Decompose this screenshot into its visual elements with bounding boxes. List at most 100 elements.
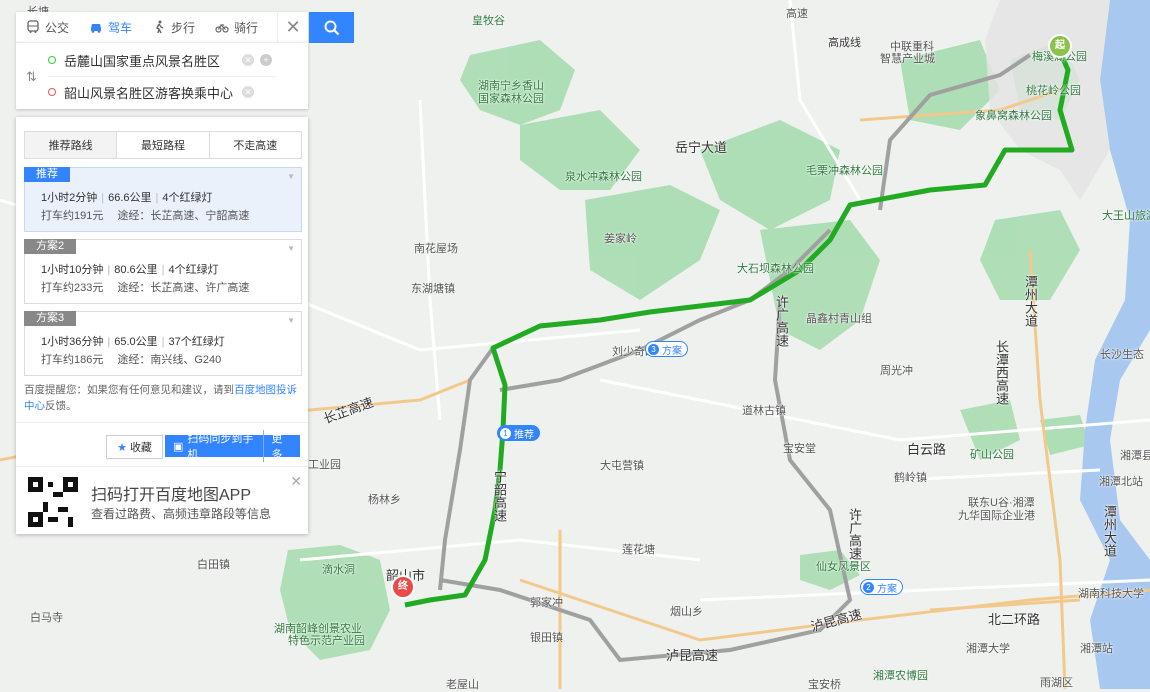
qrcode-icon: ▣ xyxy=(173,440,184,453)
route-plan-2[interactable]: 方案2 ▼ 1小时10分钟 | 80.6公里 | 4个红绿灯 打车约233元 途经：长芷高… xyxy=(24,239,302,304)
map-label: 老屋山 xyxy=(446,679,479,691)
swap-icon[interactable]: ⇅ xyxy=(26,69,37,85)
route-badge-plan3[interactable]: 3 方案 xyxy=(645,341,688,357)
map-label: 毛栗冲森林公园 xyxy=(806,165,883,177)
tab-walk[interactable]: 步行 xyxy=(142,12,205,42)
start-dot-icon xyxy=(48,56,56,64)
route-preference-tabs: 推荐路线 最短路程 不走高速 xyxy=(24,131,302,159)
clear-start-icon[interactable]: ✕ xyxy=(242,54,254,66)
map-label: 郭家冲 xyxy=(530,597,563,609)
map-label: 岳宁大道 xyxy=(675,140,728,155)
tab-drive[interactable]: 驾车 xyxy=(79,12,142,42)
map-label: 仙女风景区 xyxy=(816,561,871,573)
tab-bike[interactable]: 骑行 xyxy=(205,12,268,42)
map-label: 湘潭县 xyxy=(1120,450,1150,462)
tab-bus[interactable]: 公交 xyxy=(16,12,79,42)
chevron-down-icon: ▼ xyxy=(287,244,295,253)
map-label: 许广高速 xyxy=(774,295,789,347)
plan-detail: 打车约233元 途经：长芷高速、许广高速 xyxy=(41,282,250,294)
map-label: 矿山公园 xyxy=(970,449,1014,461)
map-label: 工业园 xyxy=(308,459,341,471)
plan-tag: 方案3 xyxy=(24,311,77,326)
promo-subtitle: 查看过路费、高频违章路段等信息 xyxy=(91,507,272,521)
add-waypoint-icon[interactable]: + xyxy=(260,54,272,66)
map-label: 九华国际企业港 xyxy=(958,510,1035,522)
plan-detail: 打车约186元 途经：南兴线、G240 xyxy=(41,354,222,366)
tab-recommended[interactable]: 推荐路线 xyxy=(25,132,118,158)
feedback-tip: 百度提醒您：如果您有任何意见和建议，请到百度地图投诉中心反馈。 xyxy=(24,384,297,412)
send-to-phone-button[interactable]: ▣ 扫码同步到手机 更多 xyxy=(165,430,300,462)
map-label: 白云路 xyxy=(907,442,947,457)
map-label: 白田镇 xyxy=(197,559,230,571)
map-label: 莲花塘 xyxy=(622,544,655,556)
map-label: 宝安桥 xyxy=(808,679,841,691)
route-badge-plan2[interactable]: 2 方案 xyxy=(860,579,903,595)
app-promo: 扫码打开百度地图APP 查看过路费、高频违章路段等信息 ✕ xyxy=(16,466,308,535)
map-label: 晶鑫村青山组 xyxy=(806,313,872,325)
map-label: 国家森林公园 xyxy=(478,93,544,105)
map-label: 长沙生态 xyxy=(1100,349,1144,361)
map-label: 潭州大道 xyxy=(1102,505,1117,557)
route-plan-1[interactable]: 推荐 ▼ 1小时2分钟 | 66.6公里 | 4个红绿灯 打车约191元 途经：长芷高速、… xyxy=(24,167,302,232)
search-button[interactable] xyxy=(309,12,354,43)
map-label: 滴水洞 xyxy=(322,564,355,576)
qr-code xyxy=(28,477,78,527)
map-label: 湘潭大学 xyxy=(966,643,1010,655)
travel-mode-tabs: 公交 驾车 步行 骑行 ✕ xyxy=(16,12,308,42)
close-directions-button[interactable]: ✕ xyxy=(277,12,308,42)
end-marker[interactable]: 终 xyxy=(391,575,415,599)
map-label: 特色示范产业园 xyxy=(288,635,365,647)
end-dot-icon xyxy=(48,88,56,96)
map-label: 宁韶高速 xyxy=(492,470,507,522)
plan-detail: 打车约191元 途经：长芷高速、宁韶高速 xyxy=(41,210,250,222)
plan-tag: 方案2 xyxy=(24,239,77,254)
map-label: 北二环路 xyxy=(988,612,1041,627)
map-label: 大石坝森林公园 xyxy=(737,263,814,275)
map-label: 皇牧谷 xyxy=(472,15,505,27)
map-label: 银田镇 xyxy=(530,632,563,644)
map-label: 杨林乡 xyxy=(368,494,401,506)
favorite-button[interactable]: ★ 收藏 xyxy=(106,435,163,459)
start-field[interactable]: 岳麓山国家重点风景名胜区 xyxy=(48,45,220,75)
map-label: 潭州大道 xyxy=(1023,275,1038,327)
star-icon: ★ xyxy=(117,441,127,454)
map-label: 湘潭站 xyxy=(1080,643,1113,655)
map-label: 桃花岭公园 xyxy=(1026,85,1081,97)
start-marker[interactable]: 起 xyxy=(1048,34,1072,58)
map-label: 白马寺 xyxy=(30,612,63,624)
route-inputs: ⇅ 岳麓山国家重点风景名胜区 ✕ + 韶山风景名胜区游客换乘中心 ✕ xyxy=(16,42,308,109)
bus-icon xyxy=(27,20,39,33)
chevron-down-icon: ▼ xyxy=(287,316,295,325)
bike-icon xyxy=(215,24,229,33)
end-field[interactable]: 韶山风景名胜区游客换乘中心 xyxy=(48,77,233,107)
map-label: 泉水冲森林公园 xyxy=(565,171,642,183)
map-label: 雨湖区 xyxy=(1040,677,1073,689)
route-plan-3[interactable]: 方案3 ▼ 1小时36分钟 | 65.0公里 | 37个红绿灯 打车约186元 途经：南兴… xyxy=(24,311,302,376)
map-label: 湖南科技大学 xyxy=(1078,588,1144,600)
map-label: 烟山乡 xyxy=(670,606,703,618)
map-label: 智慧产业城 xyxy=(880,53,935,65)
map-label: 大王山旅游度假区 xyxy=(1102,210,1150,222)
map-label: 道林古镇 xyxy=(742,405,786,417)
search-icon xyxy=(324,20,339,35)
chevron-down-icon: ▼ xyxy=(287,172,295,181)
route-badge-recommended[interactable]: 1 推荐 xyxy=(497,425,540,441)
tab-no-highway[interactable]: 不走高速 xyxy=(210,132,301,158)
map-label: 周光冲 xyxy=(880,365,913,377)
map-label: 泸昆高速 xyxy=(666,648,719,663)
plan-summary: 1小时2分钟 | 66.6公里 | 4个红绿灯 xyxy=(41,192,213,204)
map-label: 长潭西高速 xyxy=(994,340,1009,405)
map-label: 姜家岭 xyxy=(604,233,637,245)
plan-tag: 推荐 xyxy=(24,167,70,182)
map-label: 东湖塘镇 xyxy=(411,283,455,295)
map-label: 高成线 xyxy=(828,37,861,49)
plan-summary: 1小时10分钟 | 80.6公里 | 4个红绿灯 xyxy=(41,264,219,276)
close-promo-icon[interactable]: ✕ xyxy=(290,473,302,490)
tab-shortest[interactable]: 最短路程 xyxy=(117,132,210,158)
map-label: 象鼻窝森林公园 xyxy=(975,110,1052,122)
more-button[interactable]: 更多 xyxy=(263,430,300,462)
map-label: 许广高速 xyxy=(847,508,862,560)
clear-end-icon[interactable]: ✕ xyxy=(242,86,254,98)
walk-icon xyxy=(156,20,164,34)
map-label: 鹤岭镇 xyxy=(894,472,927,484)
